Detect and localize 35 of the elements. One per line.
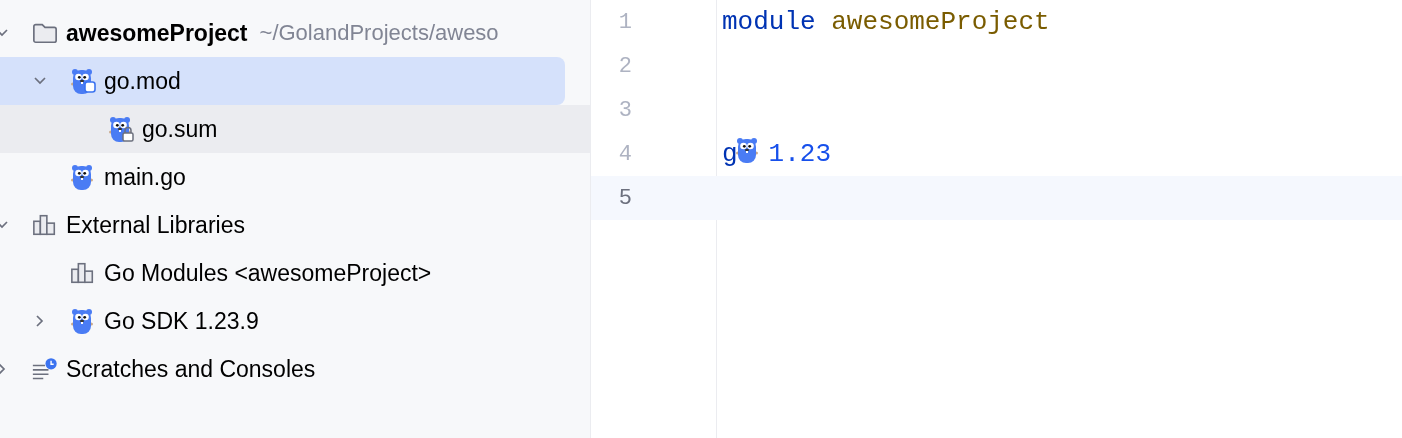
line-number: 3: [617, 97, 632, 123]
line-number: 5: [617, 185, 632, 211]
tree-item[interactable]: main.go: [0, 153, 590, 201]
line-number: 2: [617, 53, 632, 79]
code-token: module: [722, 7, 816, 37]
gopher-icon: [734, 136, 761, 164]
item-label: go.mod: [104, 67, 181, 95]
gopher-icon: [70, 307, 96, 335]
project-path: ~/GolandProjects/aweso: [259, 20, 499, 46]
item-label: Go Modules <awesomeProject>: [104, 259, 432, 287]
tree-item[interactable]: go.mod: [0, 57, 565, 105]
tree-item[interactable]: Go Modules <awesomeProject>: [0, 249, 590, 297]
gopher-icon: [70, 67, 96, 95]
library-icon: [32, 213, 58, 237]
item-label: main.go: [104, 163, 186, 191]
item-label: Go SDK 1.23.9: [104, 307, 259, 335]
tree-item[interactable]: Scratches and Consoles: [0, 345, 590, 393]
library-icon: [70, 261, 96, 285]
line-number: 1: [617, 9, 632, 35]
item-label: Scratches and Consoles: [66, 355, 316, 383]
item-label: go.sum: [142, 115, 218, 143]
code-token: g: [722, 139, 738, 169]
folder-icon: [32, 21, 58, 45]
line-number: 4: [617, 141, 632, 167]
tree-item[interactable]: Go SDK 1.23.9: [0, 297, 590, 345]
gopher-icon: [70, 163, 96, 191]
code-token: 1.23: [768, 139, 832, 169]
gopher-lock-icon: [108, 115, 134, 143]
tree-item[interactable]: awesomeProject ~/GolandProjects/aweso: [0, 9, 590, 57]
code-token: awesomeProject: [831, 7, 1050, 37]
item-label: External Libraries: [66, 211, 245, 239]
project-name: awesomeProject: [66, 19, 248, 47]
scratches-icon: [32, 356, 58, 382]
tree-item[interactable]: External Libraries: [0, 201, 590, 249]
tree-item[interactable]: go.sum: [0, 105, 590, 153]
